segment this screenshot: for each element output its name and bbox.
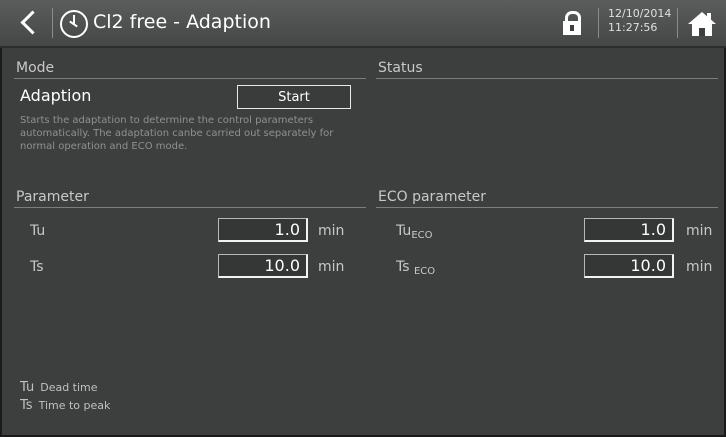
tu-input[interactable]: 1.0 — [218, 218, 308, 242]
ts-eco-unit: min — [686, 259, 713, 275]
date-text: 12/10/2014 — [608, 7, 672, 20]
start-button[interactable]: Start — [237, 85, 351, 109]
ts-unit: min — [318, 259, 345, 275]
legend-item: Ts Time to peak — [20, 398, 111, 413]
page-title: Cl2 free - Adaption — [93, 11, 271, 33]
header-divider — [52, 8, 53, 38]
eco-divider — [376, 207, 718, 208]
header-divider — [598, 8, 599, 38]
tu-eco-input[interactable]: 1.0 — [584, 218, 674, 242]
parameter-section-title: Parameter — [16, 189, 89, 205]
unlock-icon[interactable] — [563, 11, 581, 35]
legend-item: Tu Dead time — [20, 380, 98, 395]
eco-section-title: ECO parameter — [378, 189, 487, 205]
ts-label: Ts — [30, 259, 44, 275]
stopwatch-icon — [60, 10, 88, 38]
ts-eco-input[interactable]: 10.0 — [584, 254, 674, 278]
header-divider — [677, 8, 678, 38]
ts-eco-label: Ts ECO — [396, 259, 436, 277]
status-section-title: Status — [378, 60, 423, 76]
time-text: 11:27:56 — [608, 21, 658, 34]
tu-eco-label: TuECO — [396, 223, 433, 241]
header-bar: Cl2 free - Adaption 12/10/2014 11:27:56 — [0, 0, 726, 48]
mode-divider — [14, 78, 366, 79]
mode-section-title: Mode — [16, 60, 55, 76]
adaption-label: Adaption — [20, 86, 92, 105]
parameter-divider — [14, 207, 366, 208]
status-divider — [376, 78, 718, 79]
back-arrow-icon[interactable] — [16, 8, 46, 38]
datetime-display: 12/10/2014 11:27:56 — [608, 7, 671, 35]
tu-unit: min — [318, 223, 345, 239]
adaption-description: Starts the adaptation to determine the c… — [20, 115, 334, 152]
tu-label: Tu — [30, 223, 46, 239]
ts-input[interactable]: 10.0 — [218, 254, 308, 278]
tu-eco-unit: min — [686, 223, 713, 239]
home-icon[interactable] — [688, 12, 716, 36]
